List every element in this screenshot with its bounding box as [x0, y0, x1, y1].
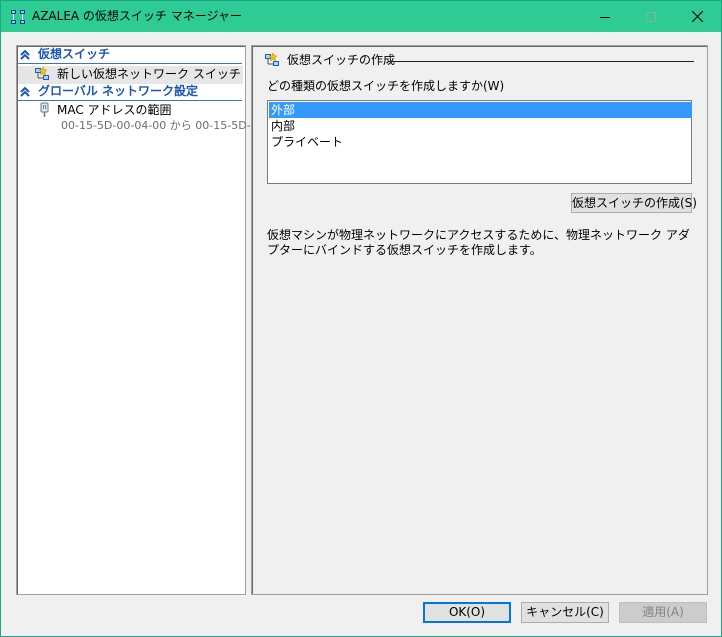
apply-button: 適用(A)	[619, 602, 707, 623]
close-button[interactable]	[674, 1, 720, 32]
create-virtual-switch-button[interactable]: 仮想スイッチの作成(S)	[571, 193, 697, 213]
virtual-switch-manager-window: AZALEA の仮想スイッチ マネージャー 仮想スイッチ 新しい仮想ネットワーク…	[0, 0, 722, 637]
section-header-virtual-switches[interactable]: 仮想スイッチ	[17, 47, 242, 64]
virtual-switch-icon	[35, 66, 49, 80]
list-item-private[interactable]: プライベート	[269, 134, 692, 150]
section-label: 仮想スイッチ	[38, 47, 111, 61]
section-heading: 仮想スイッチの作成	[287, 53, 396, 67]
list-item-external[interactable]: 外部	[269, 102, 692, 118]
section-header-global-network-settings[interactable]: グローバル ネットワーク設定	[17, 84, 242, 101]
minimize-icon	[600, 16, 610, 18]
minimize-button[interactable]	[582, 1, 628, 32]
maximize-button	[628, 1, 674, 32]
close-icon	[691, 11, 703, 22]
sidebar-item-label: MAC アドレスの範囲	[57, 103, 172, 117]
network-plug-icon	[40, 102, 49, 117]
switch-type-description: 仮想マシンが物理ネットワークにアクセスするために、物理ネットワーク アダプターに…	[267, 228, 690, 257]
switch-type-label: どの種類の仮想スイッチを作成しますか(W)	[267, 79, 505, 93]
sidebar-item-label: 新しい仮想ネットワーク スイッチ	[57, 67, 241, 81]
cancel-button[interactable]: キャンセル(C)	[521, 602, 609, 623]
app-icon	[11, 10, 25, 24]
maximize-icon	[646, 11, 656, 22]
list-item-internal[interactable]: 内部	[269, 118, 692, 134]
heading-divider	[388, 61, 694, 62]
double-chevron-up-icon	[20, 50, 30, 60]
mac-range-value: 00-15-5D-00-04-00 から 00-15-5D-...	[61, 119, 262, 132]
window-title: AZALEA の仮想スイッチ マネージャー	[32, 9, 242, 23]
virtual-switch-icon	[265, 52, 279, 66]
double-chevron-up-icon	[20, 87, 30, 97]
ok-button[interactable]: OK(O)	[423, 602, 511, 623]
section-label: グローバル ネットワーク設定	[38, 84, 199, 98]
title-bar[interactable]: AZALEA の仮想スイッチ マネージャー	[1, 1, 721, 32]
switch-type-listbox[interactable]: 外部 内部 プライベート	[267, 100, 692, 184]
